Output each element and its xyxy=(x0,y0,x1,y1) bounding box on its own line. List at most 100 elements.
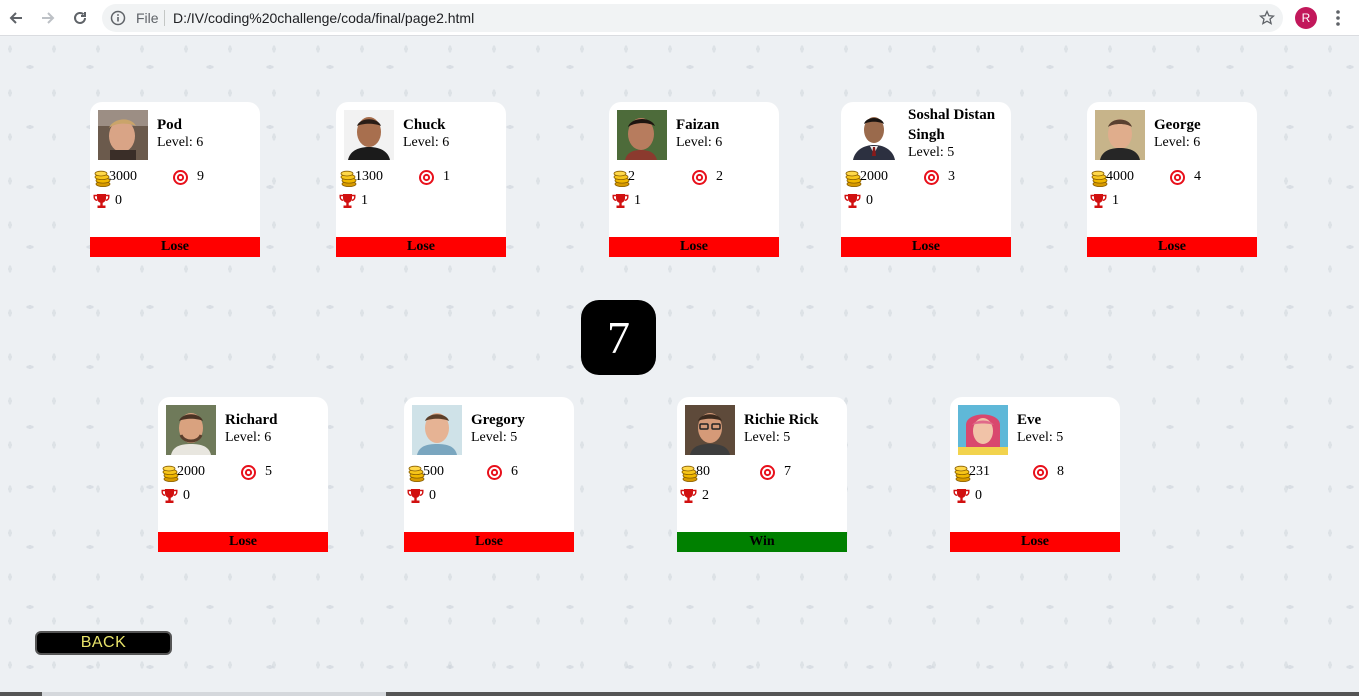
player-avatar xyxy=(958,405,1008,455)
target-icon xyxy=(419,170,434,185)
url-text[interactable]: D:/IV/coding%20challenge/coda/final/page… xyxy=(173,10,474,26)
trophy-value: 2 xyxy=(702,488,709,503)
player-avatar xyxy=(685,405,735,455)
player-name: Faizan xyxy=(676,117,720,133)
player-name: Richie Rick xyxy=(744,412,819,428)
player-level: Level: 6 xyxy=(225,430,272,445)
result-badge: Lose xyxy=(1087,237,1257,257)
address-bar[interactable]: File D:/IV/coding%20challenge/coda/final… xyxy=(102,4,1283,32)
coins-value: 1300 xyxy=(355,169,383,184)
target-icon xyxy=(173,170,188,185)
trophy-icon xyxy=(680,488,697,504)
coins-value: 3000 xyxy=(109,169,137,184)
target-icon xyxy=(692,170,707,185)
target-icon xyxy=(924,170,939,185)
target-value: 5 xyxy=(265,464,272,479)
target-value: 9 xyxy=(197,169,204,184)
player-avatar xyxy=(412,405,462,455)
player-card: Pod Level: 6 3000 9 0 Lose xyxy=(90,102,260,257)
horizontal-scrollbar[interactable] xyxy=(0,692,1359,696)
trophy-icon xyxy=(339,193,356,209)
more-menu-icon[interactable] xyxy=(1330,8,1346,28)
result-badge: Lose xyxy=(336,237,506,257)
player-avatar xyxy=(98,110,148,160)
info-icon[interactable] xyxy=(110,10,126,26)
target-icon xyxy=(1170,170,1185,185)
omnibox-divider xyxy=(164,10,165,26)
trophy-value: 0 xyxy=(183,488,190,503)
player-level: Level: 6 xyxy=(676,135,723,150)
trophy-value: 1 xyxy=(1112,193,1119,208)
player-card: Richard Level: 6 2000 5 0 Lose xyxy=(158,397,328,552)
target-icon xyxy=(760,465,775,480)
player-name: Eve xyxy=(1017,412,1042,428)
player-avatar xyxy=(166,405,216,455)
trophy-icon xyxy=(953,488,970,504)
back-button[interactable]: BACK xyxy=(35,631,172,655)
target-value: 2 xyxy=(716,169,723,184)
trophy-icon xyxy=(1090,193,1107,209)
trophy-value: 1 xyxy=(634,193,641,208)
trophy-icon xyxy=(161,488,178,504)
player-name: Richard xyxy=(225,412,278,428)
coins-value: 2000 xyxy=(177,464,205,479)
trophy-value: 0 xyxy=(115,193,122,208)
player-level: Level: 6 xyxy=(157,135,204,150)
trophy-value: 0 xyxy=(866,193,873,208)
back-arrow-icon[interactable] xyxy=(4,6,28,30)
target-value: 7 xyxy=(784,464,791,479)
scrollbar-thumb[interactable] xyxy=(386,692,1359,696)
round-number: 7 xyxy=(581,300,656,375)
result-badge: Lose xyxy=(158,532,328,552)
result-badge: Win xyxy=(677,532,847,552)
player-level: Level: 5 xyxy=(1017,430,1064,445)
player-avatar xyxy=(849,110,899,160)
coins-value: 4000 xyxy=(1106,169,1134,184)
coins-value: 2000 xyxy=(860,169,888,184)
forward-arrow-icon[interactable] xyxy=(36,6,60,30)
scrollbar-segment xyxy=(0,692,42,696)
player-level: Level: 6 xyxy=(403,135,450,150)
target-icon xyxy=(1033,465,1048,480)
coins-value: 2 xyxy=(628,169,635,184)
player-card: Faizan Level: 6 2 2 1 Lose xyxy=(609,102,779,257)
trophy-icon xyxy=(407,488,424,504)
player-card: George Level: 6 4000 4 1 Lose xyxy=(1087,102,1257,257)
reload-icon[interactable] xyxy=(68,6,92,30)
trophy-value: 0 xyxy=(429,488,436,503)
bookmark-star-icon[interactable] xyxy=(1258,9,1276,26)
browser-toolbar: File D:/IV/coding%20challenge/coda/final… xyxy=(0,0,1359,36)
trophy-value: 0 xyxy=(975,488,982,503)
result-badge: Lose xyxy=(404,532,574,552)
file-scheme-label: File xyxy=(136,10,159,26)
profile-avatar[interactable]: R xyxy=(1295,7,1317,29)
trophy-icon xyxy=(844,193,861,209)
player-level: Level: 5 xyxy=(744,430,791,445)
target-icon xyxy=(241,465,256,480)
result-badge: Lose xyxy=(609,237,779,257)
trophy-value: 1 xyxy=(361,193,368,208)
result-badge: Lose xyxy=(90,237,260,257)
result-badge: Lose xyxy=(950,532,1120,552)
player-card: Soshal Distan Singh Level: 5 2000 3 0 Lo… xyxy=(841,102,1011,257)
target-value: 4 xyxy=(1194,169,1201,184)
player-name: Gregory xyxy=(471,412,525,428)
coins-value: 231 xyxy=(969,464,990,479)
player-name: Pod xyxy=(157,117,183,133)
player-level: Level: 5 xyxy=(471,430,518,445)
target-value: 8 xyxy=(1057,464,1064,479)
player-card: Richie Rick Level: 5 80 7 2 Win xyxy=(677,397,847,552)
player-avatar xyxy=(344,110,394,160)
target-icon xyxy=(487,465,502,480)
target-value: 1 xyxy=(443,169,450,184)
player-avatar xyxy=(1095,110,1145,160)
target-value: 6 xyxy=(511,464,518,479)
player-level: Level: 5 xyxy=(908,145,955,160)
player-card: Eve Level: 5 231 8 0 Lose xyxy=(950,397,1120,552)
trophy-icon xyxy=(93,193,110,209)
player-card: Chuck Level: 6 1300 1 1 Lose xyxy=(336,102,506,257)
player-level: Level: 6 xyxy=(1154,135,1201,150)
target-value: 3 xyxy=(948,169,955,184)
coins-value: 80 xyxy=(696,464,710,479)
player-name: George xyxy=(1154,117,1201,133)
